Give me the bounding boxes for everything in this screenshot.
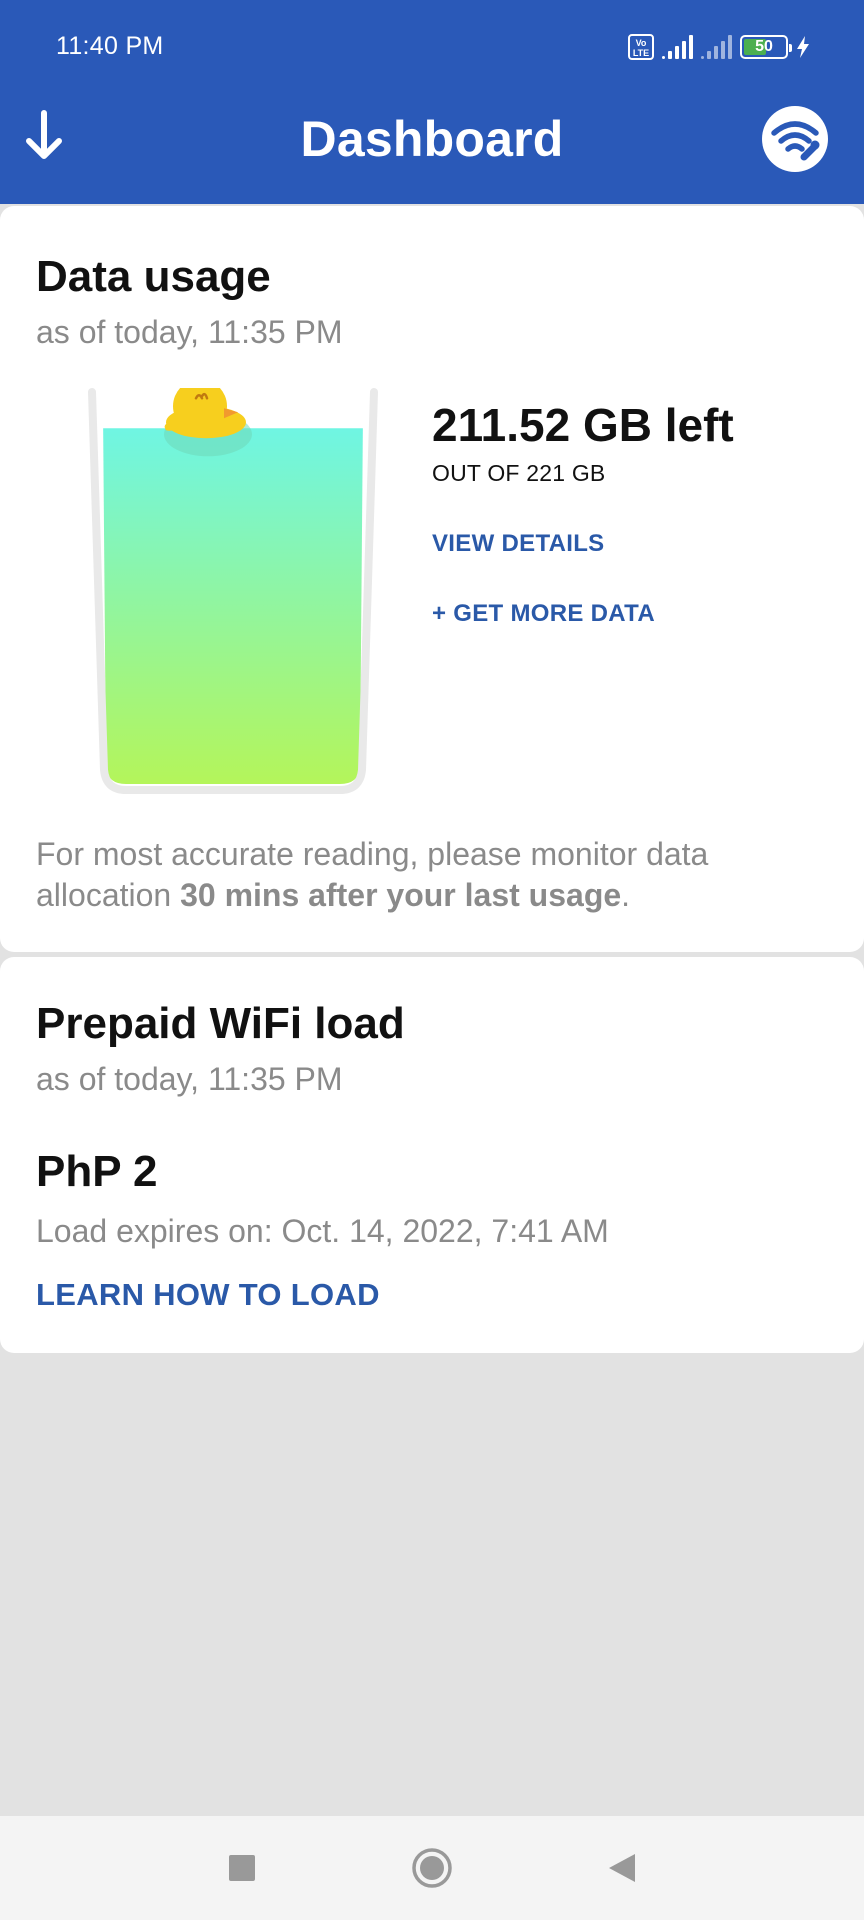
status-time: 11:40 PM [56, 32, 164, 60]
data-glass-illustration [88, 379, 382, 798]
volte-icon: Vo LTE [628, 34, 654, 60]
accuracy-note: For most accurate reading, please monito… [36, 836, 709, 913]
data-usage-card: Data usage as of today, 11:35 PM 211.52 … [0, 206, 864, 952]
load-amount: PhP 2 [36, 1147, 158, 1196]
get-more-data-link[interactable]: + GET MORE DATA [432, 600, 655, 628]
prepaid-timestamp: as of today, 11:35 PM [36, 1061, 343, 1097]
charging-icon [797, 36, 809, 58]
battery-icon: 50 [740, 35, 792, 59]
prepaid-load-card: Prepaid WiFi load as of today, 11:35 PM … [0, 957, 864, 1353]
data-usage-title: Data usage [36, 252, 271, 301]
view-details-link[interactable]: VIEW DETAILS [432, 530, 605, 558]
duck-icon [164, 379, 252, 457]
status-icons: Vo LTE 50 [628, 32, 810, 62]
circle-home-icon[interactable] [408, 1844, 456, 1892]
top-app-bar: 11:40 PM Vo LTE 50 Dashboard [0, 0, 864, 204]
learn-how-to-load-link[interactable]: LEARN HOW TO LOAD [36, 1277, 380, 1313]
data-total: OUT OF 221 GB [432, 460, 606, 486]
data-left-value: 211.52 GB left [432, 399, 734, 451]
water-level [103, 428, 363, 784]
signal-icon [662, 35, 693, 59]
data-usage-timestamp: as of today, 11:35 PM [36, 314, 343, 350]
square-icon[interactable] [218, 1844, 266, 1892]
triangle-back-icon[interactable] [598, 1844, 646, 1892]
battery-level: 50 [755, 38, 773, 55]
signal-secondary-icon [701, 35, 732, 59]
prepaid-title: Prepaid WiFi load [36, 999, 405, 1048]
wifi-wrench-icon[interactable] [762, 106, 828, 172]
load-expiry: Load expires on: Oct. 14, 2022, 7:41 AM [36, 1213, 609, 1249]
page-title: Dashboard [300, 111, 564, 167]
system-nav-bar [0, 1816, 864, 1920]
